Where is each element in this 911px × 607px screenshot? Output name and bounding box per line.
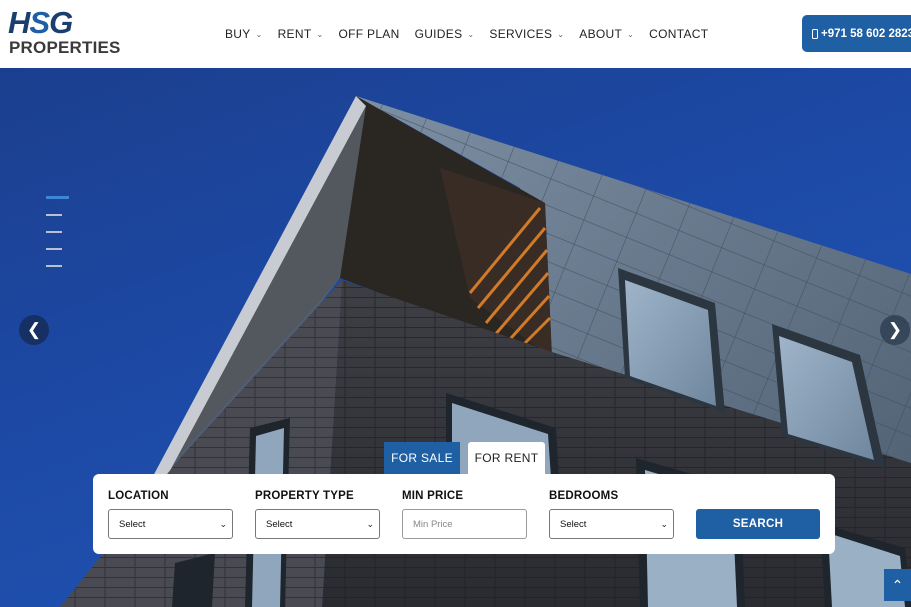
nav-item-rent[interactable]: RENT ⌄ [278,27,324,41]
chevron-down-icon: ⌄ [557,29,565,39]
slide-indicator-1[interactable] [46,196,69,199]
mobile-phone-icon [812,28,818,39]
chevron-down-icon: ⌄ [366,519,374,529]
scroll-to-top-button[interactable]: ⌃ [884,569,911,601]
search-button[interactable]: SEARCH [696,509,820,539]
nav-item-buy[interactable]: BUY ⌄ [225,27,263,41]
tab-for-sale[interactable]: FOR SALE [384,442,460,474]
nav-item-services[interactable]: SERVICES ⌄ [489,27,564,41]
chevron-down-icon: ⌄ [219,519,227,529]
logo-wordmark: PROPERTIES [9,38,121,57]
bedrooms-label: BEDROOMS [549,490,619,502]
slide-indicator-3[interactable] [46,231,62,233]
carousel-next-button[interactable]: ❯ [880,315,910,345]
slide-indicators [46,196,69,282]
chevron-down-icon: ⌄ [316,29,324,39]
slide-indicator-4[interactable] [46,248,62,250]
chevron-right-icon: ❯ [887,320,903,339]
phone-button[interactable]: +971 58 602 2823 [802,15,911,52]
chevron-down-icon: ⌄ [660,519,668,529]
property-search-panel: LOCATION Select ⌄ PROPERTY TYPE Select ⌄… [93,474,835,554]
min-price-input[interactable]: Min Price [402,509,527,539]
slide-indicator-5[interactable] [46,265,62,267]
carousel-prev-button[interactable]: ❮ [19,315,49,345]
nav-item-guides[interactable]: GUIDES ⌄ [415,27,475,41]
min-price-label: MIN PRICE [402,490,464,502]
logo-mark: HSG [8,5,73,40]
nav-item-contact[interactable]: CONTACT [649,27,708,41]
property-type-label: PROPERTY TYPE [255,490,354,502]
chevron-down-icon: ⌄ [627,29,635,39]
phone-number: +971 58 602 2823 [821,27,911,40]
chevron-left-icon: ❮ [26,320,42,339]
bedrooms-select[interactable]: Select ⌄ [549,509,674,539]
chevron-down-icon: ⌄ [255,29,263,39]
location-label: LOCATION [108,490,169,502]
slide-indicator-2[interactable] [46,214,62,216]
nav-item-about[interactable]: ABOUT ⌄ [579,27,634,41]
main-nav: BUY ⌄ RENT ⌄ OFF PLAN GUIDES ⌄ SERVICES ⌄ AB… [225,26,723,42]
location-select[interactable]: Select ⌄ [108,509,233,539]
nav-item-off-plan[interactable]: OFF PLAN [338,27,399,41]
tab-for-rent[interactable]: FOR RENT [468,442,545,474]
site-header: HSG PROPERTIES BUY ⌄ RENT ⌄ OFF PLAN GUIDE… [0,0,911,68]
brand-logo[interactable]: HSG PROPERTIES [8,5,120,58]
chevron-down-icon: ⌄ [467,29,475,39]
chevron-up-icon: ⌃ [891,576,904,593]
property-type-select[interactable]: Select ⌄ [255,509,380,539]
